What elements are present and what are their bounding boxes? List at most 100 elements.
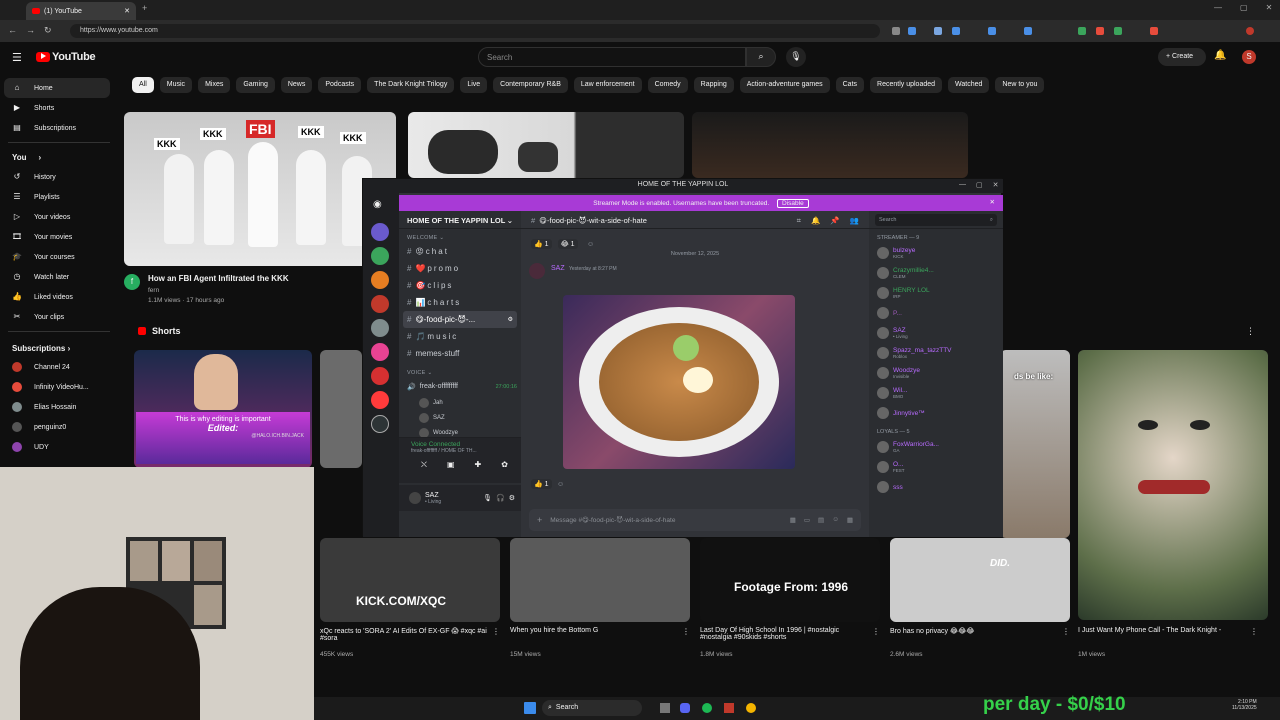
sidebar-item-your-movies[interactable]: 🎞 Your movies [0, 227, 118, 247]
chip-12[interactable]: Action-adventure games [739, 77, 830, 93]
apps-icon[interactable]: ▦ [847, 516, 853, 524]
sidebar-subscription[interactable]: Channel 24 [0, 357, 118, 377]
more-options-icon[interactable]: ⋮ [682, 627, 690, 636]
sidebar-item-playlists[interactable]: ☰ Playlists [0, 187, 118, 207]
short-thumbnail[interactable] [320, 350, 362, 468]
close-window-icon[interactable]: ✕ [1266, 3, 1273, 12]
voice-user[interactable]: Jah [399, 395, 521, 410]
account-avatar[interactable]: S [1242, 50, 1256, 64]
short-thumbnail[interactable]: This is why editing is important Edited:… [134, 350, 312, 468]
video-title[interactable]: How an FBI Agent Infiltrated the KKK [148, 274, 388, 283]
bookmark-star-icon[interactable] [908, 27, 916, 35]
member-item[interactable]: Woodzye Invisible [869, 363, 1003, 383]
screen-share-icon[interactable]: ▣ [447, 460, 455, 470]
minimize-icon[interactable]: — [1214, 3, 1222, 12]
member-item[interactable]: SAZ • Living [869, 323, 1003, 343]
search-input[interactable]: Search [478, 47, 746, 67]
more-options-icon[interactable]: ⋮ [492, 627, 500, 636]
sidebar-subscription[interactable]: Infinity VideoHu... [0, 377, 118, 397]
extension-icon[interactable] [1150, 27, 1158, 35]
sidebar-item-your-videos[interactable]: ▷ Your videos [0, 207, 118, 227]
server-icon[interactable] [371, 295, 389, 313]
app-taskbar-icon[interactable] [724, 703, 734, 713]
reaction-pill[interactable]: 👍 1 [531, 239, 552, 249]
task-view-icon[interactable] [660, 703, 670, 713]
member-item[interactable]: FoxWarriorGa... GA [869, 437, 1003, 457]
spotify-taskbar-icon[interactable] [702, 703, 712, 713]
chip-8[interactable]: Contemporary R&B [493, 77, 568, 93]
sidebar-item-home[interactable]: ⌂ Home [4, 78, 110, 98]
extension-icon[interactable] [1096, 27, 1104, 35]
server-icon[interactable] [371, 415, 389, 433]
channel-name[interactable]: fern [148, 287, 159, 294]
headphones-icon[interactable]: 🎧 [496, 494, 505, 502]
sidebar-subscription[interactable]: Elias Hossain [0, 397, 118, 417]
disable-button[interactable]: Disable [777, 199, 809, 208]
taskbar-search[interactable]: ⌕ Search [542, 700, 642, 716]
emoji-icon[interactable]: ☺ [832, 516, 839, 524]
close-window-icon[interactable]: ✕ [993, 181, 999, 189]
more-options-icon[interactable]: ⋮ [1062, 627, 1070, 636]
back-icon[interactable]: ← [8, 25, 17, 35]
chip-4[interactable]: News [280, 77, 313, 93]
settings-gear-icon[interactable]: ⚙ [509, 494, 515, 502]
user-avatar[interactable] [409, 492, 421, 504]
member-item[interactable]: O... FEST [869, 457, 1003, 477]
forward-icon[interactable]: → [26, 25, 35, 35]
extension-icon[interactable] [1024, 27, 1032, 35]
more-options-icon[interactable]: ⋮ [1250, 627, 1258, 636]
reaction-pill[interactable]: 👍 1 [531, 479, 552, 489]
chip-14[interactable]: Recently uploaded [870, 77, 943, 93]
pin-icon[interactable]: 📌 [830, 216, 839, 225]
video-thumbnail[interactable] [408, 112, 684, 178]
sticker-icon[interactable]: ▤ [818, 516, 824, 524]
food-image[interactable] [563, 295, 795, 469]
reaction-pill[interactable]: 😂 1 [557, 239, 578, 249]
chip-11[interactable]: Rapping [693, 77, 734, 93]
channel-item[interactable]: # 🎵music [399, 328, 521, 345]
short-title[interactable]: Bro has no privacy 😂😂😂 [890, 627, 1060, 635]
chip-7[interactable]: Live [460, 77, 488, 93]
maximize-icon[interactable]: ▢ [1240, 3, 1248, 12]
chip-1[interactable]: Music [159, 77, 193, 93]
member-item[interactable]: HENRY LOL IRP [869, 283, 1003, 303]
sidebar-item-history[interactable]: ↺ History [0, 167, 118, 187]
browser-tab[interactable]: (1) YouTube ✕ [26, 2, 136, 20]
member-item[interactable]: Jinnytive™ [869, 403, 1003, 423]
notification-bell-icon[interactable]: 🔔 [811, 216, 820, 225]
category-welcome[interactable]: WELCOME ⌄ [399, 229, 521, 243]
sidebar-item-liked-videos[interactable]: 👍 Liked videos [0, 287, 118, 307]
short-title[interactable]: When you hire the Bottom G [510, 627, 680, 634]
member-list-icon[interactable]: 👥 [850, 216, 859, 225]
close-banner-icon[interactable]: ✕ [990, 198, 995, 206]
discord-logo-icon[interactable]: ◉ [373, 199, 382, 210]
channel-item[interactable]: # memes-stuff [399, 345, 521, 362]
windows-start-icon[interactable] [524, 702, 536, 714]
category-voice[interactable]: VOICE ⌄ [399, 362, 521, 378]
featured-video-thumbnail[interactable]: KKK KKK FBI KKK KKK [124, 112, 396, 266]
sidebar-item-your-courses[interactable]: 🎓 Your courses [0, 247, 118, 267]
discord-search-input[interactable]: Search ⌕ [875, 214, 997, 226]
sidebar-item-subscriptions[interactable]: ▤ Subscriptions [0, 118, 118, 138]
activities-icon[interactable]: ✚ [475, 460, 482, 470]
you-section-heading[interactable]: You › [0, 147, 118, 167]
mic-icon[interactable]: 🎙 [483, 494, 492, 502]
minimize-icon[interactable]: — [959, 181, 966, 189]
sidebar-subscription[interactable]: penguinz0 [0, 417, 118, 437]
url-field[interactable]: https://www.youtube.com [70, 24, 880, 38]
chrome-taskbar-icon[interactable] [746, 703, 756, 713]
gif-icon[interactable]: ▭ [804, 516, 810, 524]
chip-13[interactable]: Cats [835, 77, 865, 93]
short-title[interactable]: xQc reacts to 'SORA 2' AI Edits Of EX-GF… [320, 627, 490, 642]
server-icon[interactable] [371, 391, 389, 409]
voice-user[interactable]: SAZ [399, 410, 521, 425]
short-title[interactable]: I Just Want My Phone Call - The Dark Kni… [1078, 627, 1248, 634]
more-options-icon[interactable]: ⋮ [872, 627, 880, 636]
extension-icon[interactable] [988, 27, 996, 35]
sidebar-item-watch-later[interactable]: ◷ Watch later [0, 267, 118, 287]
add-member-icon[interactable]: ⚙ [508, 316, 513, 323]
member-item[interactable]: P... [869, 303, 1003, 323]
create-button[interactable]: + Create [1158, 48, 1206, 66]
threads-icon[interactable]: ⌗ [797, 216, 801, 225]
hamburger-menu-icon[interactable]: ☰ [12, 51, 22, 64]
